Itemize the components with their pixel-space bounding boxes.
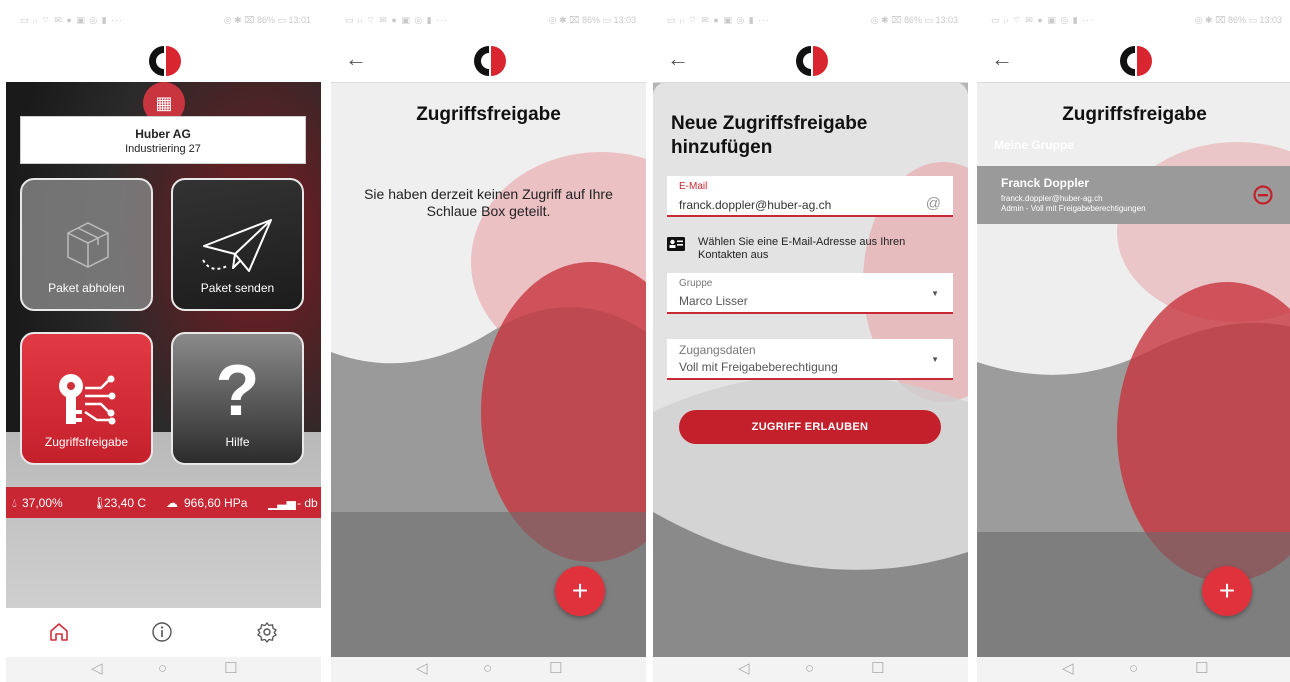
email-field[interactable]: E-Mail franck.doppler@huber-ag.ch @ bbox=[667, 176, 953, 217]
page-title: Zugriffsfreigabe bbox=[1062, 104, 1207, 125]
back-arrow-icon[interactable]: ← bbox=[667, 44, 689, 74]
background bbox=[331, 82, 646, 657]
android-recent-icon[interactable]: ☐ bbox=[224, 661, 237, 677]
tile-access-share[interactable]: Zugriffsfreigabe bbox=[20, 332, 153, 465]
group-value: Marco Lisser bbox=[679, 294, 748, 308]
group-select[interactable]: Gruppe Marco Lisser ▼ bbox=[667, 273, 953, 314]
status-icons-right: ◎ ✱ ⌧ 86% ▭ 13:03 bbox=[548, 15, 636, 25]
chevron-down-icon: ▼ bbox=[931, 355, 939, 364]
tile-label: Hilfe bbox=[225, 435, 250, 449]
bottom-navigation bbox=[6, 608, 321, 657]
tile-pickup-package[interactable]: Paket abholen bbox=[20, 178, 153, 311]
sensor-bar: 💧︎ 37,00% 🌡︎ 23,40 C ☁︎ 966,60 HPa ▁▃▅ -… bbox=[6, 487, 321, 518]
android-back-icon[interactable]: ◁ bbox=[1062, 661, 1074, 677]
key-network-icon bbox=[59, 374, 116, 425]
access-share-list-screen: ▭ ᵢₗ ⌔ ✉ ● ▣ ◎ ▮ ··· ◎ ✱ ⌧ 86% ▭ 13:03 ←… bbox=[977, 0, 1290, 682]
back-arrow-icon[interactable]: ← bbox=[345, 44, 367, 74]
page-title: Zugriffsfreigabe bbox=[416, 104, 561, 125]
back-arrow-icon[interactable]: ← bbox=[991, 44, 1013, 74]
status-bar: ▭ ᵢₗ ⌔ ✉ ● ▣ ◎ ▮ ··· ◎ ✱ ⌧ 86% ▭ 13:01 bbox=[6, 0, 321, 40]
member-name: Franck Doppler bbox=[1001, 176, 1090, 190]
android-recent-icon[interactable]: ☐ bbox=[1195, 661, 1208, 677]
status-icons-left: ▭ ᵢₗ ⌔ ✉ ● ▣ ◎ ▮ ··· bbox=[667, 15, 771, 25]
app-bar: ← bbox=[653, 40, 968, 83]
status-icons-left: ▭ ᵢₗ ⌔ ✉ ● ▣ ◎ ▮ ··· bbox=[345, 15, 449, 25]
at-sign-icon: @ bbox=[925, 195, 941, 212]
pick-contact-text: Wählen Sie eine E-Mail-Adresse aus Ihren… bbox=[698, 236, 906, 261]
android-nav-bar: ◁ ○ ☐ bbox=[331, 657, 646, 682]
app-bar: ← bbox=[977, 40, 1290, 83]
paper-plane-icon bbox=[202, 219, 272, 272]
android-home-icon[interactable]: ○ bbox=[483, 661, 492, 677]
home-icon[interactable] bbox=[48, 621, 70, 643]
android-home-icon[interactable]: ○ bbox=[805, 661, 814, 677]
status-bar: ▭ ᵢₗ ⌔ ✉ ● ▣ ◎ ▮ ··· ◎ ✱ ⌧ 86% ▭ 13:03 bbox=[331, 0, 646, 40]
address-street: Industriering 27 bbox=[125, 143, 201, 155]
status-icons-left: ▭ ᵢₗ ⌔ ✉ ● ▣ ◎ ▮ ··· bbox=[991, 15, 1095, 25]
status-icons-right: ◎ ✱ ⌧ 86% ▭ 13:03 bbox=[1194, 15, 1282, 25]
app-logo-icon bbox=[1119, 46, 1152, 76]
home-screen: ▭ ᵢₗ ⌔ ✉ ● ▣ ◎ ▮ ··· ◎ ✱ ⌧ 86% ▭ 13:01 ▦… bbox=[6, 0, 321, 682]
grant-access-button[interactable]: ZUGRIFF ERLAUBEN bbox=[679, 410, 941, 444]
access-label: Zugangsdaten bbox=[679, 343, 756, 357]
address-card[interactable]: Huber AG Industriering 27 bbox=[20, 116, 306, 164]
status-bar: ▭ ᵢₗ ⌔ ✉ ● ▣ ◎ ▮ ··· ◎ ✱ ⌧ 86% ▭ 13:03 bbox=[653, 0, 968, 40]
tile-label: Paket senden bbox=[200, 281, 275, 295]
app-logo-icon bbox=[148, 46, 181, 76]
settings-gear-icon[interactable] bbox=[256, 621, 278, 643]
access-share-empty-screen: ▭ ᵢₗ ⌔ ✉ ● ▣ ◎ ▮ ··· ◎ ✱ ⌧ 86% ▭ 13:03 ←… bbox=[331, 0, 646, 682]
tile-label: Paket abholen bbox=[48, 281, 125, 295]
add-access-screen: ▭ ᵢₗ ⌔ ✉ ● ▣ ◎ ▮ ··· ◎ ✱ ⌧ 86% ▭ 13:03 ←… bbox=[653, 0, 968, 682]
android-back-icon[interactable]: ◁ bbox=[738, 661, 750, 677]
status-icons-right: ◎ ✱ ⌧ 86% ▭ 13:03 bbox=[870, 15, 958, 25]
signal-icon: ▁▃▅ bbox=[268, 496, 296, 510]
status-bar: ▭ ᵢₗ ⌔ ✉ ● ▣ ◎ ▮ ··· ◎ ✱ ⌧ 86% ▭ 13:03 bbox=[977, 0, 1290, 40]
app-logo-icon bbox=[795, 46, 828, 76]
app-bar: ← bbox=[331, 40, 646, 83]
status-icons-right: ◎ ✱ ⌧ 86% ▭ 13:01 bbox=[223, 15, 311, 25]
pressure-icon: ☁︎ bbox=[166, 496, 178, 510]
android-home-icon[interactable]: ○ bbox=[158, 661, 167, 677]
humidity-value: 37,00% bbox=[22, 496, 63, 510]
group-label: Gruppe bbox=[679, 278, 713, 289]
tile-label: Zugriffsfreigabe bbox=[44, 435, 129, 449]
android-home-icon[interactable]: ○ bbox=[1129, 661, 1138, 677]
package-box-icon bbox=[67, 222, 109, 268]
app-logo-icon bbox=[473, 46, 506, 76]
add-access-button[interactable]: + bbox=[1202, 566, 1252, 616]
android-recent-icon[interactable]: ☐ bbox=[549, 661, 562, 677]
android-back-icon[interactable]: ◁ bbox=[416, 661, 428, 677]
chevron-down-icon: ▼ bbox=[931, 289, 939, 298]
android-nav-bar: ◁ ○ ☐ bbox=[653, 657, 968, 682]
member-row[interactable]: Franck Doppler franck.doppler@huber-ag.c… bbox=[977, 166, 1290, 224]
member-role: Admin - Voll mit Freigabeberechtigungen bbox=[1001, 204, 1146, 213]
email-value: franck.doppler@huber-ag.ch bbox=[679, 198, 832, 212]
android-back-icon[interactable]: ◁ bbox=[91, 661, 103, 677]
signal-value: - db bbox=[297, 496, 318, 510]
tile-help[interactable]: ? Hilfe bbox=[171, 332, 304, 465]
background-wave bbox=[331, 82, 646, 657]
email-label: E-Mail bbox=[679, 181, 708, 192]
empty-state-text: Sie haben derzeit keinen Zugriff auf Ihr… bbox=[364, 186, 613, 219]
android-nav-bar: ◁ ○ ☐ bbox=[977, 657, 1290, 682]
address-name: Huber AG bbox=[135, 127, 191, 141]
access-level-select[interactable]: Zugangsdaten Voll mit Freigabeberechtigu… bbox=[667, 339, 953, 380]
humidity-icon: 💧︎ bbox=[12, 496, 17, 510]
contact-card-icon bbox=[667, 237, 685, 251]
android-nav-bar: ◁ ○ ☐ bbox=[6, 657, 321, 682]
temperature-value: 23,40 C bbox=[104, 496, 147, 510]
group-heading: Meine Gruppe bbox=[994, 138, 1075, 152]
add-access-button[interactable]: + bbox=[555, 566, 605, 616]
member-email: franck.doppler@huber-ag.ch bbox=[1001, 194, 1103, 203]
question-mark-icon: ? bbox=[215, 351, 260, 431]
pressure-value: 966,60 HPa bbox=[184, 496, 248, 510]
android-recent-icon[interactable]: ☐ bbox=[871, 661, 884, 677]
tile-send-package[interactable]: Paket senden bbox=[171, 178, 304, 311]
form-title: Neue Zugriffsfreigabe hinzufügen bbox=[671, 113, 868, 158]
info-icon[interactable] bbox=[151, 621, 173, 643]
access-value: Voll mit Freigabeberechtigung bbox=[679, 360, 838, 374]
app-bar bbox=[6, 40, 321, 82]
remove-member-icon[interactable] bbox=[1252, 184, 1274, 206]
status-icons-left: ▭ ᵢₗ ⌔ ✉ ● ▣ ◎ ▮ ··· bbox=[20, 15, 124, 25]
